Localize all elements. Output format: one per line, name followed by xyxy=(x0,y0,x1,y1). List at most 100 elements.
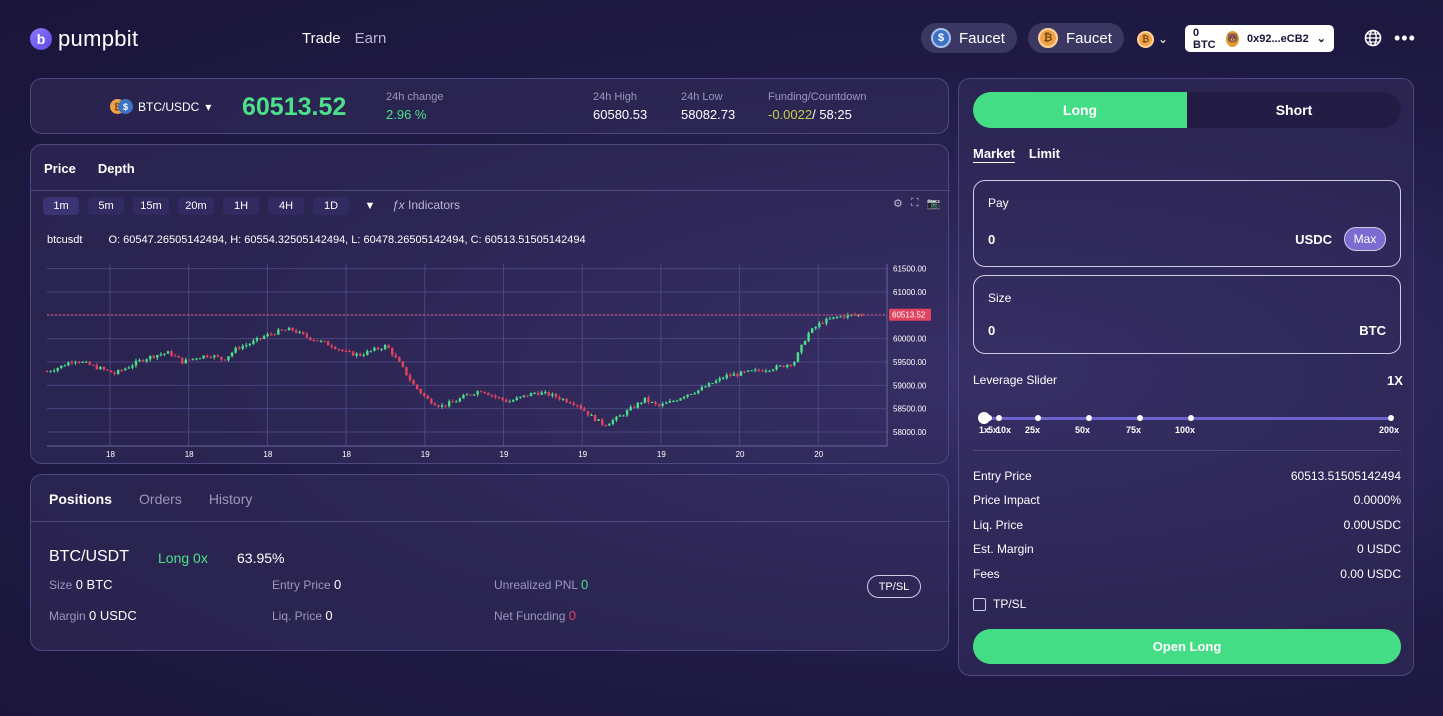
row-label: Fees xyxy=(973,567,1000,581)
globe-icon[interactable] xyxy=(1364,29,1382,47)
open-long-button[interactable]: Open Long xyxy=(973,629,1401,664)
price-impact-row: Price Impact 0.0000% xyxy=(973,493,1401,507)
indicators-button[interactable]: ƒx Indicators xyxy=(392,198,460,212)
funding-label: Funding/Countdown xyxy=(768,91,867,103)
tab-positions[interactable]: Positions xyxy=(49,491,112,507)
interval-4h[interactable]: 4H xyxy=(268,197,304,215)
row-label: Liq. Price xyxy=(973,518,1024,532)
candle-body xyxy=(106,369,109,371)
pay-field[interactable]: Pay 0 USDC Max xyxy=(973,180,1401,267)
interval-more-icon[interactable]: ▼ xyxy=(358,197,382,215)
candle-body xyxy=(583,408,586,412)
candle-body xyxy=(529,393,533,397)
candle-body xyxy=(629,406,632,411)
max-button[interactable]: Max xyxy=(1344,227,1386,251)
long-tab[interactable]: Long xyxy=(973,92,1187,128)
candle-body xyxy=(120,370,123,372)
candle-body xyxy=(81,361,84,363)
x-tick-label: 20 xyxy=(814,450,823,459)
candle-body xyxy=(661,403,664,406)
candle-body xyxy=(693,393,696,395)
candle-body xyxy=(775,365,778,370)
candle-body xyxy=(259,338,262,340)
candle-body xyxy=(383,345,387,349)
tab-depth[interactable]: Depth xyxy=(98,161,135,176)
high-stat: 24h High 60580.53 xyxy=(593,91,647,122)
pay-input[interactable]: 0 xyxy=(988,232,995,247)
candle-body xyxy=(177,356,180,358)
btc-coin-icon: ₿ xyxy=(1038,28,1058,48)
candlestick-chart[interactable]: 61500.0061000.0060500.0060000.0059500.00… xyxy=(45,259,940,464)
wallet-button[interactable]: 0 BTC 🐻 0x92...eCB2 ⌄ xyxy=(1185,25,1334,52)
tab-history[interactable]: History xyxy=(209,491,253,507)
candle-body xyxy=(494,395,497,398)
candle-body xyxy=(173,355,177,357)
candle-body xyxy=(156,354,159,358)
faucet-usdc-button[interactable]: $ Faucet xyxy=(921,23,1017,53)
tpsl-checkbox[interactable]: TP/SL xyxy=(973,597,1026,611)
position-pnl-pct: 63.95% xyxy=(237,550,285,566)
divider xyxy=(31,521,950,522)
candle-body xyxy=(803,341,807,345)
y-tick-label: 59000.00 xyxy=(893,381,927,390)
slider-tick xyxy=(986,415,992,421)
fullscreen-icon[interactable]: ⛶ xyxy=(911,197,919,210)
faucet-btc-button[interactable]: ₿ Faucet xyxy=(1028,23,1124,53)
candle-body xyxy=(152,355,155,358)
wallet-balance: 0 BTC xyxy=(1193,26,1216,51)
candle-body xyxy=(479,391,483,393)
short-tab[interactable]: Short xyxy=(1187,92,1401,128)
function-icon: ƒx xyxy=(392,198,405,212)
interval-1m[interactable]: 1m xyxy=(43,197,79,215)
candle-body xyxy=(839,316,842,318)
pair-selector[interactable]: ₿ $ BTC/USDC ▾ xyxy=(110,99,211,115)
camera-icon[interactable]: 📷 xyxy=(927,197,941,210)
faucet-usdc-label: Faucet xyxy=(959,29,1005,47)
chain-selector[interactable]: ₿ ⌄ xyxy=(1137,28,1168,50)
interval-5m[interactable]: 5m xyxy=(88,197,124,215)
candle-body xyxy=(519,396,522,398)
tab-market[interactable]: Market xyxy=(973,146,1015,161)
candle-body xyxy=(145,359,148,362)
more-menu-icon[interactable]: ••• xyxy=(1394,28,1416,49)
candle-body xyxy=(191,358,195,360)
interval-20m[interactable]: 20m xyxy=(178,197,214,215)
upnl-value: 0 xyxy=(580,577,589,592)
nav-earn[interactable]: Earn xyxy=(355,30,387,47)
candle-body xyxy=(544,391,547,393)
ohlc-legend: btcusdt O: 60547.26505142494, H: 60554.3… xyxy=(47,234,586,246)
tpsl-button[interactable]: TP/SL xyxy=(867,575,921,598)
x-tick-label: 19 xyxy=(578,450,587,459)
tab-price[interactable]: Price xyxy=(44,161,76,176)
leverage-slider[interactable] xyxy=(978,412,1394,424)
pair-label: BTC/USDC xyxy=(138,100,200,114)
candle-body xyxy=(657,404,661,406)
position-symbol: BTC/USDT xyxy=(49,548,129,565)
candle-body xyxy=(558,397,561,400)
tab-limit[interactable]: Limit xyxy=(1029,146,1060,161)
pay-label: Pay xyxy=(988,196,1009,210)
candle-body xyxy=(230,352,234,357)
interval-1d[interactable]: 1D xyxy=(313,197,349,215)
candle-body xyxy=(771,369,775,371)
checkbox-box[interactable] xyxy=(973,597,986,611)
candle-body xyxy=(138,359,141,361)
interval-15m[interactable]: 15m xyxy=(133,197,169,215)
candle-body xyxy=(647,397,650,403)
candle-body xyxy=(391,348,394,355)
tab-orders[interactable]: Orders xyxy=(139,491,182,507)
candle-body xyxy=(807,332,810,342)
nav-trade[interactable]: Trade xyxy=(302,30,341,47)
order-panel: Long Short Market Limit Pay 0 USDC Max S… xyxy=(958,78,1414,676)
logo-mark: b xyxy=(30,28,52,50)
candle-body xyxy=(341,349,344,351)
logo[interactable]: b pumpbit xyxy=(30,26,138,52)
size-label: Size xyxy=(988,291,1012,305)
candle-body xyxy=(818,322,821,328)
interval-1h[interactable]: 1H xyxy=(223,197,259,215)
liq-value: 0 xyxy=(325,608,333,623)
size-field[interactable]: Size 0 BTC xyxy=(973,275,1401,354)
size-input[interactable]: 0 xyxy=(988,323,995,338)
candle-body xyxy=(536,392,540,395)
settings-icon[interactable]: ⚙ xyxy=(893,197,903,210)
